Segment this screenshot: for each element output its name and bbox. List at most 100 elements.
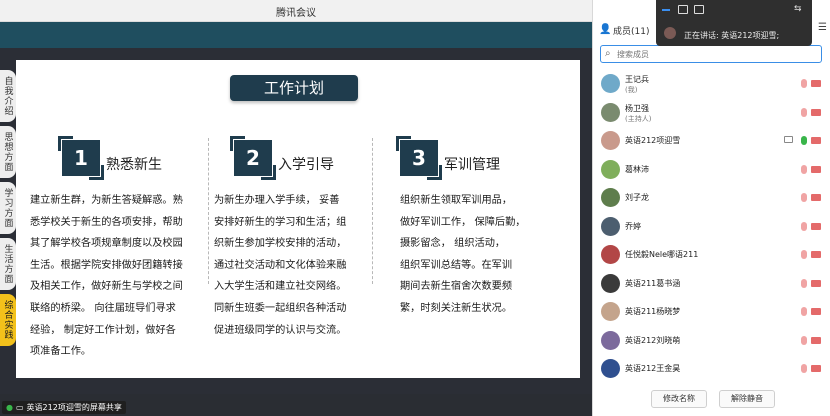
avatar bbox=[601, 102, 620, 122]
plan-body-1: 建立新生群，为新生答疑解惑。熟 悉学校关于新生的各项安排，帮助 其了解学校各项规… bbox=[30, 195, 183, 358]
slide: 工作计划 1 熟悉新生 建立新生群，为新生答疑解惑。熟 悉学校关于新生的各项安排… bbox=[16, 60, 580, 378]
mic-muted-icon[interactable] bbox=[801, 221, 807, 231]
member-row[interactable]: 刘子龙 bbox=[593, 184, 830, 213]
member-name-text: 乔婷 bbox=[625, 221, 641, 231]
screen-share-label: 英语212项迎雪的屏幕共享 bbox=[26, 403, 122, 412]
camera-off-icon[interactable] bbox=[811, 80, 821, 87]
avatar bbox=[601, 330, 620, 350]
camera-off-icon[interactable] bbox=[811, 308, 821, 315]
mic-muted-icon[interactable] bbox=[801, 278, 807, 288]
camera-off-icon[interactable] bbox=[811, 365, 821, 372]
member-role: (我) bbox=[625, 86, 638, 94]
member-name-text: 杨卫强 bbox=[625, 103, 649, 113]
avatar bbox=[601, 131, 620, 150]
meeting-app: 腾讯会议 自我介绍 思想方面 学习方面 生活方面 综合实践 工作计划 1 熟悉新… bbox=[0, 0, 830, 416]
search-icon: ⌕ bbox=[605, 48, 611, 59]
mic-muted-icon[interactable] bbox=[801, 193, 807, 202]
column-divider bbox=[372, 138, 373, 284]
camera-off-icon[interactable] bbox=[811, 137, 821, 144]
member-row[interactable]: 杨卫强 (主持人) bbox=[593, 99, 830, 128]
avatar bbox=[601, 188, 620, 207]
member-search[interactable]: ⌕ bbox=[600, 45, 822, 63]
speaking-overlay: ⇆ 正在讲话: 英语212项迎雪; bbox=[656, 0, 812, 46]
camera-off-icon[interactable] bbox=[811, 194, 821, 201]
member-name: 葛林沛 bbox=[625, 165, 649, 175]
camera-off-icon[interactable] bbox=[811, 222, 821, 230]
member-row[interactable]: 任悦毅Nele哪语211 bbox=[593, 241, 830, 270]
member-row[interactable]: 王记兵 (我) bbox=[593, 70, 830, 99]
member-name-text: 王记兵 bbox=[625, 75, 649, 84]
member-row[interactable]: 英语212王金昊 bbox=[593, 355, 830, 384]
member-row[interactable]: 英语212项迎雪 bbox=[593, 127, 830, 156]
camera-off-icon[interactable] bbox=[811, 279, 821, 287]
mic-icon: ● bbox=[6, 403, 13, 412]
member-name: 英语211葛书涵 bbox=[625, 279, 680, 289]
member-list: 王记兵 (我) 杨卫强 (主持人) 英语212项迎雪 葛林沛刘子龙乔婷任悦毅Nele哪语2… bbox=[593, 70, 830, 384]
member-name-text: 英语212项迎雪 bbox=[625, 136, 681, 145]
camera-off-icon[interactable] bbox=[811, 165, 821, 173]
plan-body-2: 为新生办理入学手续， 妥善 安排好新生的学习和生活；组 织新生参加学校安排的活动… bbox=[214, 195, 347, 336]
member-row[interactable]: 乔婷 bbox=[593, 213, 830, 242]
mic-muted-icon[interactable] bbox=[801, 250, 807, 259]
member-name-text: 英语212刘晓萌 bbox=[625, 335, 681, 345]
column-divider bbox=[208, 138, 209, 284]
member-name-text: 刘子龙 bbox=[625, 193, 649, 202]
member-row[interactable]: 英语211葛书涵 bbox=[593, 270, 830, 299]
member-name: 乔婷 bbox=[625, 222, 641, 232]
window-icon[interactable] bbox=[678, 5, 688, 14]
mic-muted-icon[interactable] bbox=[801, 79, 807, 88]
plan-column-1: 1 熟悉新生 建立新生群，为新生答疑解惑。熟 悉学校关于新生的各项安排，帮助 其… bbox=[30, 136, 206, 363]
rename-button[interactable]: 修改名称 bbox=[651, 390, 707, 408]
member-search-input[interactable] bbox=[617, 47, 817, 61]
members-panel: 👤 成员(11) ⌕ 王记兵 (我) 杨卫强(主持人) 英语212项迎雪葛林沛刘子龙乔… bbox=[592, 0, 830, 416]
mic-muted-icon[interactable] bbox=[801, 335, 807, 345]
camera-off-icon[interactable] bbox=[811, 108, 821, 116]
plan-column-2: 2 入学引导 为新生办理入学手续， 妥善 安排好新生的学习和生活；组 织新生参加… bbox=[214, 136, 374, 341]
member-name: 英语212王金昊 bbox=[625, 364, 680, 374]
member-row[interactable]: 葛林沛 bbox=[593, 156, 830, 185]
speaker-avatar bbox=[664, 27, 676, 39]
mic-on-icon[interactable] bbox=[801, 136, 807, 145]
unmute-button[interactable]: 解除静音 bbox=[719, 390, 775, 408]
plan-heading-1: 熟悉新生 bbox=[106, 157, 162, 173]
slide-side-tabs: 自我介绍 思想方面 学习方面 生活方面 综合实践 bbox=[0, 70, 16, 350]
menu-icon[interactable]: ☰ bbox=[818, 22, 830, 34]
side-tab-2[interactable]: 思想方面 bbox=[0, 126, 16, 178]
members-count: 成员(11) bbox=[613, 27, 650, 37]
member-row[interactable]: 英语211杨晓梦 bbox=[593, 298, 830, 327]
mic-muted-icon[interactable] bbox=[801, 164, 807, 174]
camera-off-icon[interactable] bbox=[811, 251, 821, 258]
slide-title: 工作计划 bbox=[230, 75, 358, 101]
plan-number-2: 2 bbox=[230, 136, 276, 180]
member-name-text: 葛林沛 bbox=[625, 164, 649, 174]
screen-share-icon bbox=[784, 136, 793, 143]
title-bar: 腾讯会议 bbox=[0, 0, 592, 22]
member-name: 刘子龙 bbox=[625, 193, 649, 203]
member-name: 任悦毅Nele哪语211 bbox=[625, 250, 698, 260]
side-tab-3[interactable]: 学习方面 bbox=[0, 182, 16, 234]
side-tab-4[interactable]: 生活方面 bbox=[0, 238, 16, 290]
shared-screen: 自我介绍 思想方面 学习方面 生活方面 综合实践 工作计划 1 熟悉新生 建立新… bbox=[0, 22, 592, 394]
member-name: 英语212项迎雪 bbox=[625, 136, 680, 146]
avatar bbox=[601, 302, 620, 321]
side-tab-1[interactable]: 自我介绍 bbox=[0, 70, 16, 122]
member-name-text: 英语212王金昊 bbox=[625, 364, 681, 373]
avatar bbox=[601, 159, 620, 179]
list-icon[interactable] bbox=[694, 5, 704, 14]
mic-muted-icon[interactable] bbox=[801, 364, 807, 373]
mic-muted-icon[interactable] bbox=[801, 107, 807, 117]
avatar bbox=[601, 74, 620, 93]
member-name: 王记兵 (我) bbox=[625, 75, 649, 95]
plan-number-1: 1 bbox=[58, 136, 104, 180]
member-row[interactable]: 英语212刘晓萌 bbox=[593, 327, 830, 356]
stage-top-band bbox=[0, 22, 592, 48]
minimize-icon[interactable] bbox=[662, 9, 670, 11]
avatar bbox=[601, 245, 620, 264]
mic-muted-icon[interactable] bbox=[801, 307, 807, 316]
side-tab-5[interactable]: 综合实践 bbox=[0, 294, 16, 346]
avatar bbox=[601, 359, 620, 378]
switch-view-icon[interactable]: ⇆ bbox=[794, 5, 804, 14]
plan-body-3: 组织新生领取军训用品， 做好军训工作， 保障后勤， 摄影留念， 组织活动， 组织… bbox=[400, 195, 526, 314]
camera-off-icon[interactable] bbox=[811, 336, 821, 344]
members-icon: 👤 bbox=[599, 24, 612, 35]
